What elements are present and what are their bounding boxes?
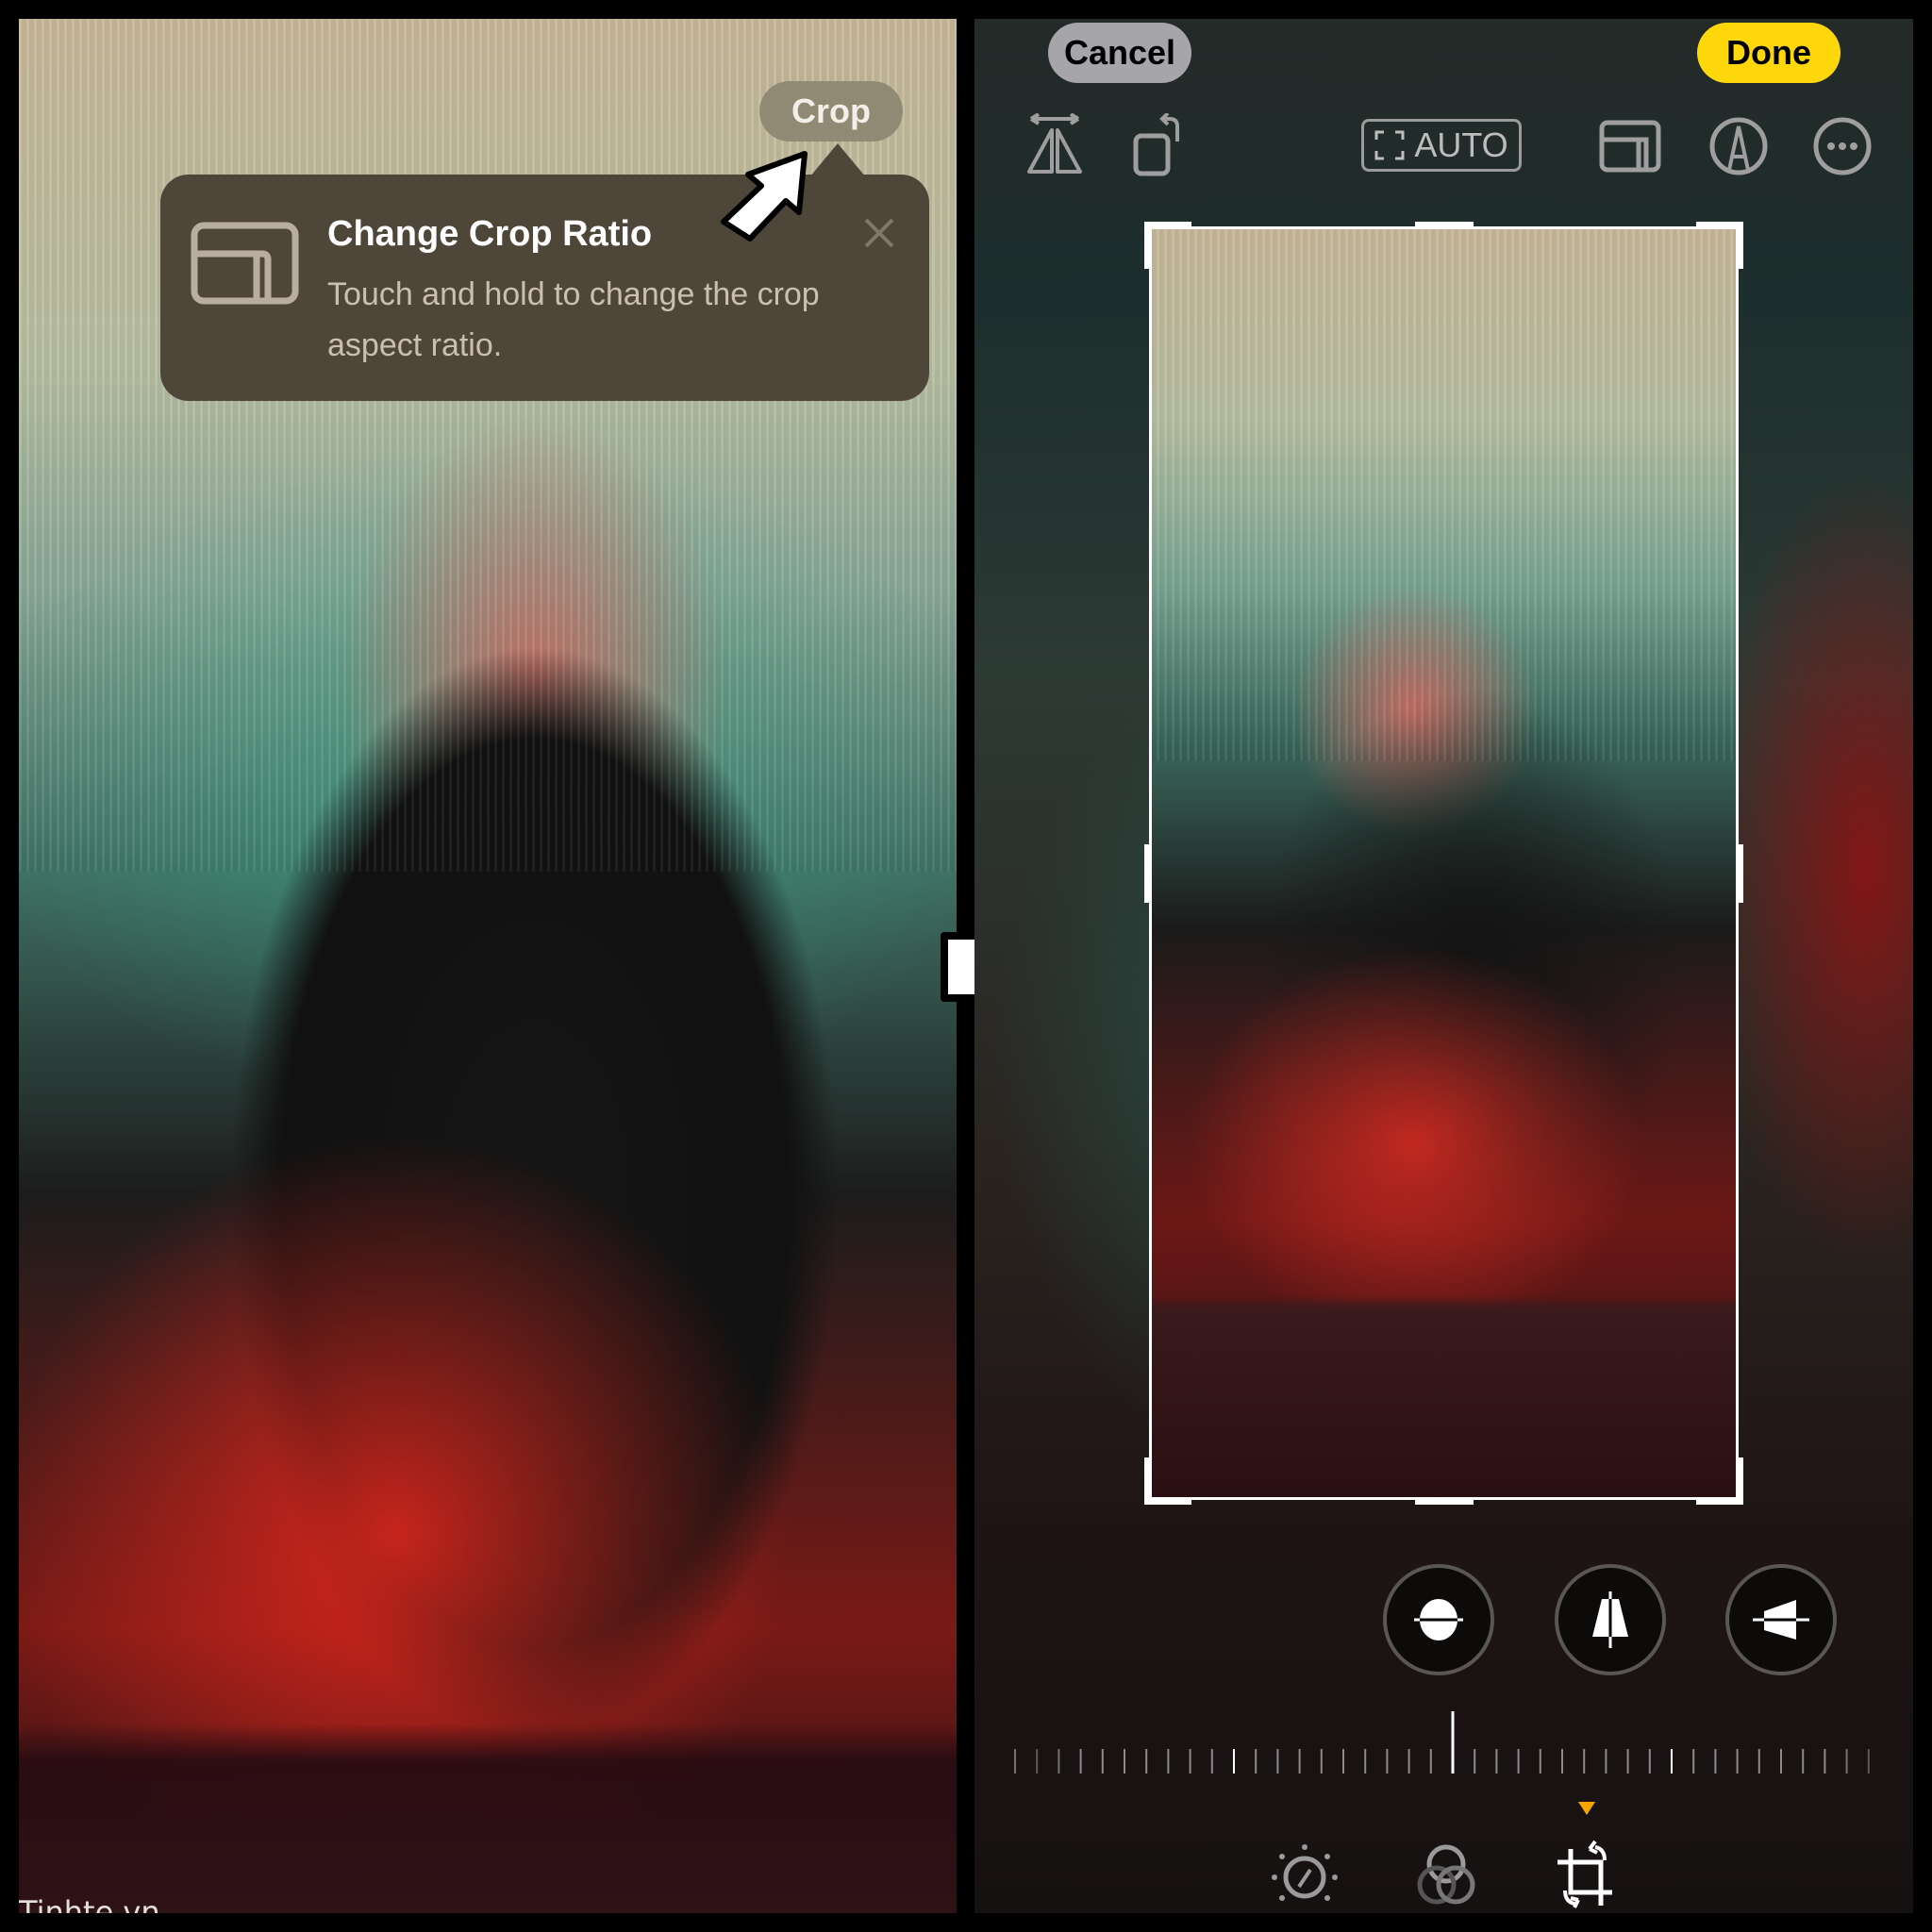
vertical-perspective-icon [1592,1591,1628,1648]
close-icon[interactable] [860,214,898,252]
original-photo-panel: Crop Change Crop Ratio Touch and hold to… [19,19,957,1913]
crop-preview-image[interactable] [1149,226,1739,1500]
straighten-button[interactable] [1383,1564,1494,1675]
flip-horizontal-icon[interactable] [1022,113,1088,179]
horizontal-perspective-button[interactable] [1725,1564,1837,1675]
auto-label: AUTO [1414,125,1508,164]
more-icon[interactable] [1809,113,1875,179]
filters-icon[interactable] [1408,1838,1484,1913]
adjust-dial-icon[interactable] [1267,1838,1342,1913]
auto-frame-icon [1374,130,1405,160]
watermark: Tinhte.vn [19,1894,160,1913]
done-button[interactable]: Done [1697,23,1840,83]
aspect-ratio-icon[interactable] [1597,113,1663,179]
active-tool-marker [1578,1802,1595,1815]
vertical-perspective-button[interactable] [1555,1564,1666,1675]
crop-rotate-icon[interactable] [1548,1838,1624,1913]
straighten-icon [1414,1599,1463,1641]
pointer-arrow-icon [721,151,808,242]
photo-background-texture [1149,226,1739,761]
cancel-button[interactable]: Cancel [1048,23,1191,83]
crop-editor-panel: Cancel Done AUTO [974,19,1913,1913]
aspect-ratio-icon [191,222,299,305]
rotate-icon[interactable] [1130,113,1196,179]
markup-pen-icon[interactable] [1706,113,1772,179]
auto-straighten-button[interactable]: AUTO [1361,119,1522,172]
tooltip-title: Change Crop Ratio [327,214,653,254]
straighten-dial[interactable] [1008,1707,1885,1783]
crop-button[interactable]: Crop [759,81,903,142]
horizontal-perspective-icon [1753,1600,1809,1640]
tooltip-body: Touch and hold to change the crop aspect… [327,276,820,363]
